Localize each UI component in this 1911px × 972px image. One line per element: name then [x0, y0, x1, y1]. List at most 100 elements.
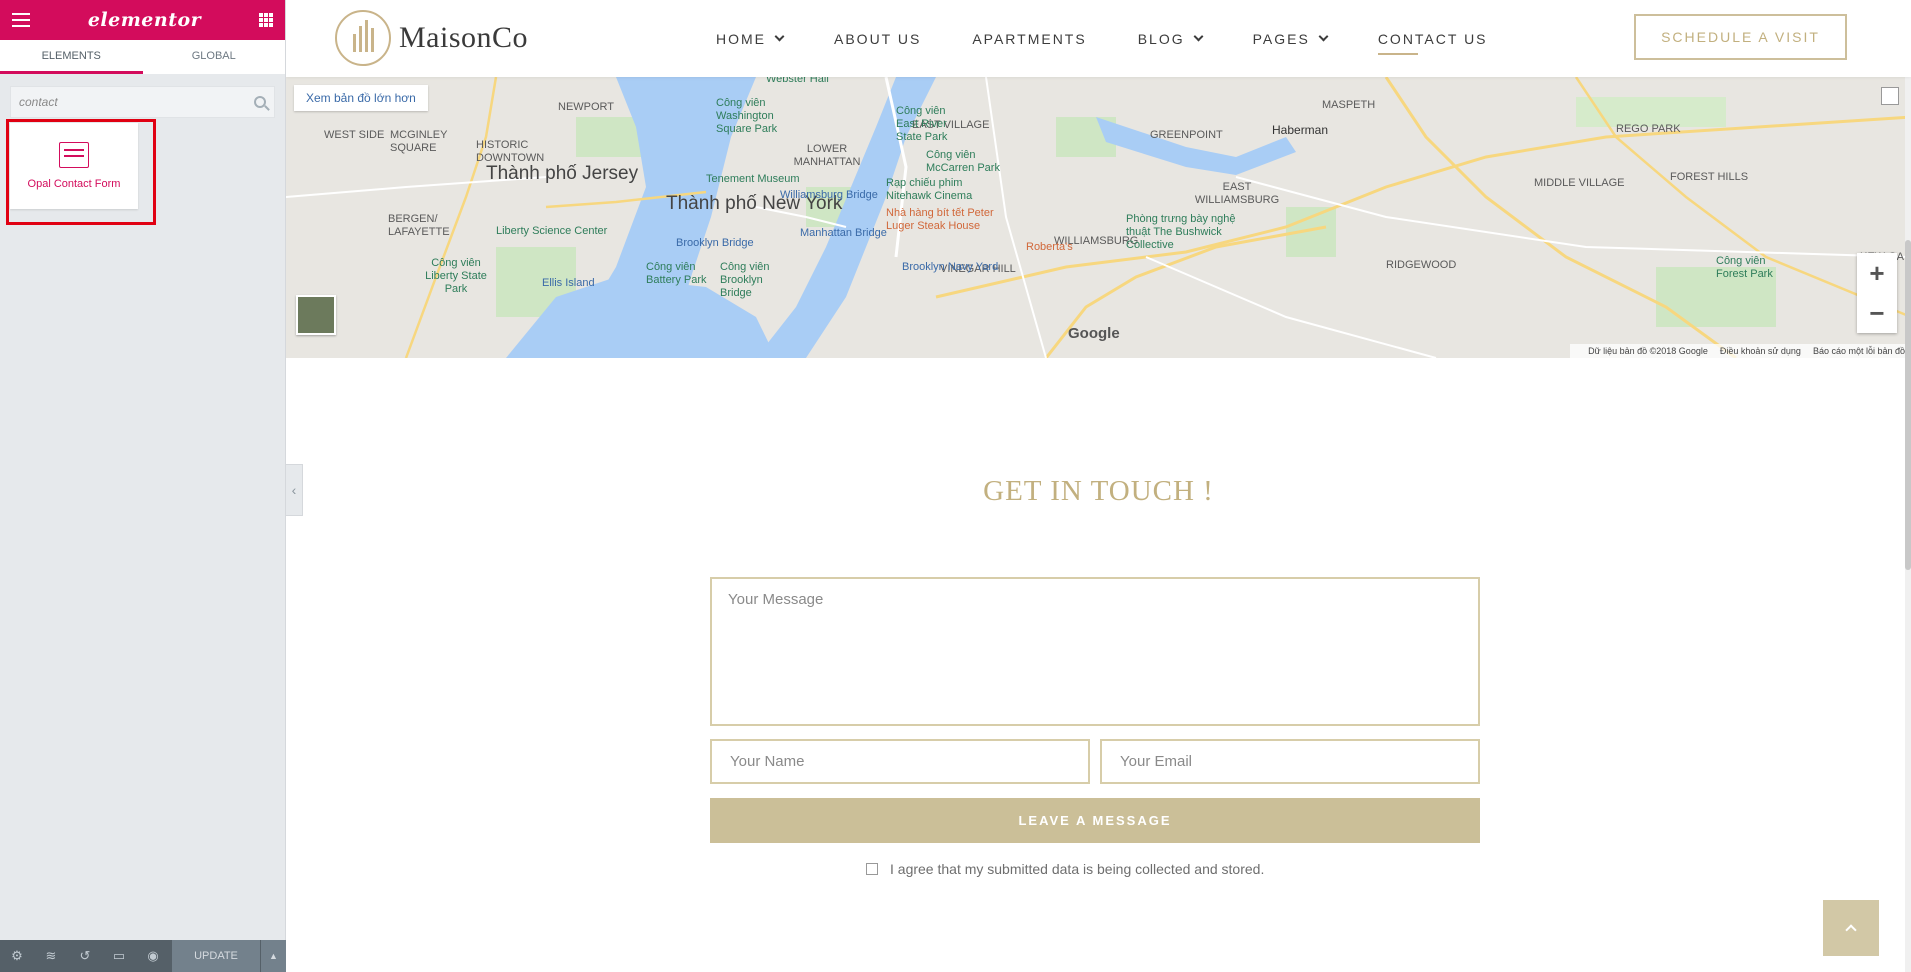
view-larger-map-link[interactable]: Xem bản đồ lớn hơn [294, 85, 428, 111]
email-field[interactable] [1100, 739, 1480, 784]
google-map[interactable]: Xem bản đồ lớn hơn WEST SIDE MCGINLEY SQ… [286, 77, 1911, 358]
preview-eye-icon[interactable]: ◉ [136, 940, 170, 972]
map-poi[interactable]: Brooklyn Bridge [676, 237, 754, 250]
logo-text: MaisonCo [399, 21, 529, 54]
map-district: MASPETH [1322, 99, 1376, 111]
map-district: EAST WILLIAMSBURG [1194, 181, 1280, 206]
navigator-layers-icon[interactable]: ≋ [34, 940, 68, 972]
building-logo-icon [335, 10, 391, 66]
terms-link[interactable]: Điều khoản sử dụng [1720, 346, 1801, 356]
nav-pages[interactable]: PAGES [1253, 0, 1329, 77]
update-button[interactable]: UPDATE [172, 940, 260, 972]
map-district: REGO PARK [1616, 123, 1681, 135]
map-district: BERGEN/ LAFAYETTE [388, 213, 450, 238]
history-icon[interactable]: ↺ [68, 940, 102, 972]
consent-row: I agree that my submitted data is being … [866, 861, 1264, 877]
message-field[interactable] [710, 577, 1480, 726]
map-poi[interactable]: Công viên Liberty State Park [416, 257, 496, 296]
site-logo[interactable]: MaisonCo [335, 10, 528, 66]
panel-footer: ⚙ ≋ ↺ ▭ ◉ UPDATE ▲ [0, 940, 286, 972]
leave-message-button[interactable]: LEAVE A MESSAGE [710, 798, 1480, 843]
satellite-view-toggle[interactable] [296, 295, 336, 335]
nav-about-us[interactable]: ABOUT US [834, 0, 921, 77]
chevron-up-icon [1845, 924, 1857, 936]
consent-checkbox[interactable] [866, 863, 878, 875]
update-options-caret-icon[interactable]: ▲ [260, 940, 286, 972]
scrollbar-thumb[interactable] [1905, 240, 1911, 570]
panel-header: elementor [0, 0, 285, 40]
map-city-jersey: Thành phố Jersey [486, 163, 639, 184]
map-poi[interactable]: Công viên Battery Park [646, 261, 716, 287]
map-district: NEWPORT [558, 101, 615, 113]
zoom-in-icon[interactable]: + [1857, 253, 1897, 293]
site-preview: MaisonCo HOME ABOUT US APARTMENTS BLOG P… [286, 0, 1911, 972]
map-data-credit: Dữ liệu bản đồ ©2018 Google [1588, 346, 1708, 356]
map-district: FOREST HILLS [1670, 171, 1749, 183]
nav-label: HOME [716, 30, 766, 47]
map-district: WEST SIDE [324, 129, 385, 141]
map-district: MCGINLEY SQUARE [390, 129, 448, 154]
map-poi[interactable]: Công viên Brooklyn Bridge [720, 261, 790, 300]
menu-icon[interactable] [12, 13, 30, 27]
main-nav: HOME ABOUT US APARTMENTS BLOG PAGES CONT… [716, 0, 1539, 77]
nav-label: CONTACT US [1377, 30, 1488, 47]
map-poi[interactable]: Williamsburg Bridge [780, 189, 878, 202]
search-icon[interactable] [254, 96, 266, 108]
map-district: RIDGEWOOD [1386, 259, 1457, 271]
map-canvas [286, 77, 1911, 358]
map-poi[interactable]: Tenement Museum [706, 173, 800, 186]
map-zoom-control: + − [1857, 253, 1897, 333]
report-error-link[interactable]: Báo cáo một lỗi bản đồ [1813, 346, 1905, 356]
map-district: MIDDLE VILLAGE [1534, 177, 1625, 189]
map-poi[interactable]: Công viên East River State Park [896, 105, 966, 144]
widgets-grid-icon[interactable] [259, 13, 273, 27]
chevron-down-icon [1193, 31, 1204, 42]
nav-label: BLOG [1137, 30, 1185, 47]
map-poi[interactable]: Brooklyn Navy Yard [902, 261, 998, 274]
site-header: MaisonCo HOME ABOUT US APARTMENTS BLOG P… [286, 0, 1911, 77]
nav-home[interactable]: HOME [716, 0, 785, 77]
map-poi[interactable]: Liberty Science Center [496, 225, 607, 238]
widget-opal-contact-form[interactable]: Opal Contact Form [10, 123, 138, 209]
panel-tabs: ELEMENTS GLOBAL [0, 40, 285, 74]
map-poi[interactable]: Nhà hàng bít tết Peter Luger Steak House [886, 207, 1006, 233]
google-logo: Google [1068, 325, 1120, 342]
map-poi[interactable]: Roberta's [1026, 241, 1073, 254]
name-field[interactable] [710, 739, 1090, 784]
nav-contact-us[interactable]: CONTACT US [1377, 0, 1488, 77]
map-poi[interactable]: Công viên Washington Square Park [716, 97, 796, 136]
map-poi[interactable]: Manhattan Bridge [800, 227, 887, 240]
widget-search-input[interactable] [19, 95, 254, 109]
map-poi[interactable]: Ellis Island [542, 277, 595, 290]
map-poi[interactable]: Công viên Forest Park [1716, 255, 1786, 281]
contact-heading: GET IN TOUCH ! [983, 475, 1214, 507]
map-attribution: Dữ liệu bản đồ ©2018 Google Điều khoản s… [1570, 344, 1911, 358]
tab-global[interactable]: GLOBAL [143, 40, 286, 74]
scrollbar[interactable] [1905, 0, 1911, 972]
responsive-monitor-icon[interactable]: ▭ [102, 940, 136, 972]
elementor-logo: elementor [87, 9, 202, 31]
consent-label: I agree that my submitted data is being … [890, 861, 1265, 877]
map-district: GREENPOINT [1150, 129, 1223, 141]
nav-apartments[interactable]: APARTMENTS [972, 0, 1086, 77]
fullscreen-icon[interactable] [1881, 87, 1899, 105]
widget-search [10, 86, 275, 118]
elementor-panel: elementor ELEMENTS GLOBAL Opal Contact F… [0, 0, 286, 972]
tab-elements[interactable]: ELEMENTS [0, 40, 143, 74]
back-to-top-button[interactable] [1823, 900, 1879, 956]
nav-blog[interactable]: BLOG [1137, 0, 1204, 77]
settings-gear-icon[interactable]: ⚙ [0, 940, 34, 972]
map-poi[interactable]: Webster Hall [766, 77, 829, 86]
chevron-down-icon [774, 31, 785, 42]
widget-label: Opal Contact Form [27, 178, 121, 190]
map-poi[interactable]: Công viên McCarren Park [926, 149, 1016, 175]
contact-form-icon [59, 142, 89, 168]
schedule-visit-button[interactable]: SCHEDULE A VISIT [1634, 14, 1847, 60]
map-place: Haberman [1272, 123, 1329, 137]
map-poi[interactable]: Rạp chiếu phim Nitehawk Cinema [886, 177, 1006, 203]
chevron-down-icon [1318, 31, 1329, 42]
map-poi[interactable]: Phòng trưng bày nghệ thuật The Bushwick … [1126, 213, 1256, 252]
nav-label: APARTMENTS [972, 30, 1087, 47]
zoom-out-icon[interactable]: − [1857, 293, 1897, 333]
map-district: HISTORIC DOWNTOWN [476, 139, 545, 164]
